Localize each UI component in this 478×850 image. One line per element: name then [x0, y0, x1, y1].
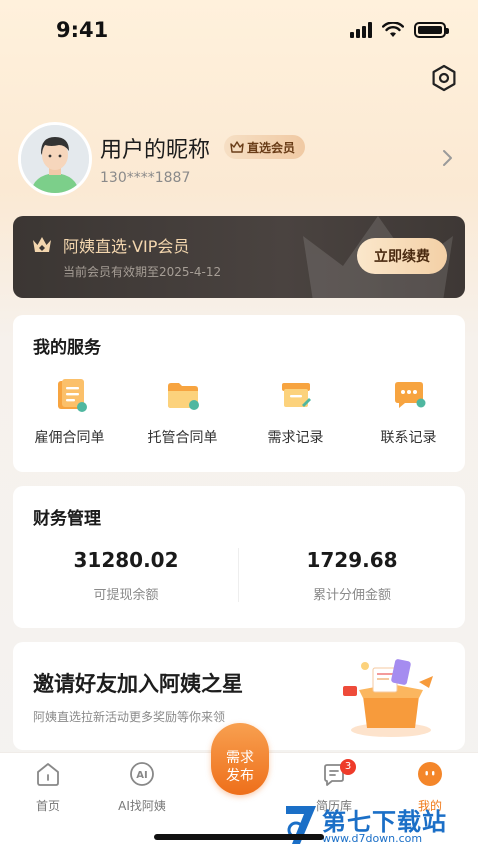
- my-services-card: 我的服务 雇佣合同单 托管合同单 需求记录 联系记录: [13, 315, 465, 472]
- service-label: 联系记录: [380, 430, 437, 446]
- service-label: 托管合同单: [147, 430, 218, 446]
- services-row: 雇佣合同单 托管合同单 需求记录 联系记录: [13, 375, 465, 447]
- service-demand-records[interactable]: 需求记录: [239, 375, 352, 447]
- gift-box-illustration: [343, 659, 433, 737]
- crown-icon: [230, 141, 244, 153]
- site-watermark: 第七下载站 www.d7down.com: [282, 800, 478, 850]
- tab-label: AI找阿姨: [118, 799, 166, 813]
- wifi-icon: [382, 22, 404, 37]
- commission-total[interactable]: 1729.68 累计分佣金额: [239, 548, 465, 603]
- battery-icon: [414, 22, 449, 38]
- renew-button[interactable]: 立即续费: [357, 238, 447, 274]
- tab-ai-find[interactable]: AI AI找阿姨: [94, 761, 190, 814]
- service-label: 需求记录: [267, 430, 324, 446]
- finance-card: 财务管理 31280.02 可提现余额 1729.68 累计分佣金额: [13, 486, 465, 628]
- tab-label: 首页: [35, 799, 60, 813]
- publish-demand-button[interactable]: 需求 发布: [211, 723, 269, 795]
- nickname: 用户的昵称: [100, 138, 211, 163]
- tab-home[interactable]: 首页: [0, 761, 96, 814]
- chat-icon: [394, 382, 425, 408]
- home-indicator: [154, 834, 324, 840]
- vip-badge: 直选会员: [224, 135, 306, 159]
- avatar[interactable]: [18, 122, 92, 196]
- publish-line-1: 需求: [226, 749, 254, 766]
- vip-title: 阿姨直选·VIP会员: [63, 237, 190, 256]
- demand-box-icon: [281, 383, 311, 407]
- invite-subtitle: 阿姨直选拉新活动更多奖励等你来领: [33, 710, 226, 724]
- folder-icon: [167, 383, 199, 410]
- service-label: 雇佣合同单: [34, 430, 105, 446]
- commission-label: 累计分佣金额: [312, 588, 391, 603]
- publish-line-2: 发布: [226, 767, 254, 784]
- services-title: 我的服务: [33, 338, 101, 358]
- invite-title: 邀请好友加入阿姨之星: [33, 672, 243, 696]
- home-icon: [37, 763, 59, 786]
- svg-text:AI: AI: [136, 770, 147, 781]
- vip-badge-label: 直选会员: [247, 140, 296, 155]
- chevron-right-icon[interactable]: [440, 148, 456, 168]
- phone-number: 130****1887: [100, 170, 191, 186]
- ai-icon: AI: [130, 762, 154, 786]
- service-employment-contract[interactable]: 雇佣合同单: [13, 375, 126, 447]
- commission-value: 1729.68: [306, 548, 398, 572]
- vip-expiry: 当前会员有效期至2025-4-12: [63, 265, 222, 279]
- avatar-illustration: [21, 125, 89, 193]
- contract-icon: [57, 379, 87, 412]
- vip-membership-card[interactable]: 阿姨直选·VIP会员 当前会员有效期至2025-4-12 立即续费: [13, 216, 465, 298]
- withdrawable-value: 31280.02: [73, 548, 179, 572]
- withdrawable-label: 可提现余额: [93, 588, 159, 603]
- cellular-signal-icon: [350, 22, 372, 38]
- profile-header[interactable]: 用户的昵称 直选会员 130****1887: [18, 122, 468, 196]
- settings-icon[interactable]: [430, 64, 458, 92]
- service-custody-contract[interactable]: 托管合同单: [126, 375, 239, 447]
- me-icon: [418, 762, 442, 786]
- status-icons: [350, 22, 449, 38]
- status-time: 9:41: [56, 18, 109, 42]
- withdrawable-balance[interactable]: 31280.02 可提现余额: [13, 548, 239, 603]
- service-contact-records[interactable]: 联系记录: [352, 375, 465, 447]
- vip-crown-icon: [33, 237, 51, 252]
- finance-title: 财务管理: [33, 509, 101, 529]
- watermark-url: www.d7down.com: [322, 832, 423, 845]
- resume-count-badge: 3: [340, 759, 356, 775]
- status-bar: 9:41: [0, 0, 478, 60]
